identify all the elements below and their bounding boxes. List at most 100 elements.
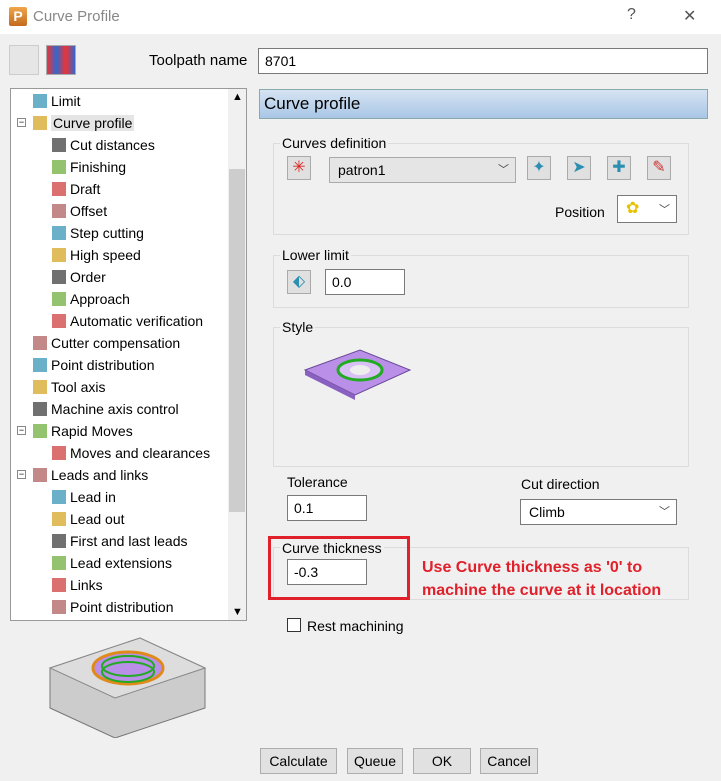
select-curve-icon[interactable]: ➤ [567, 156, 591, 180]
tree-item-label: Lead extensions [70, 555, 172, 571]
tree-item[interactable]: High speed [52, 244, 141, 266]
curve-thickness-label: Curve thickness [280, 540, 384, 556]
tree-item-label: Lead out [70, 511, 125, 527]
chevron-down-icon: ﹀ [659, 204, 670, 216]
title-bar: P Curve Profile ? ✕ [0, 0, 721, 34]
tree-item-icon [52, 292, 66, 306]
tree-item[interactable]: Leads and links [33, 464, 148, 486]
tolerance-label: Tolerance [287, 474, 348, 490]
tree-item-icon [52, 490, 66, 504]
recycle-icon[interactable] [9, 45, 39, 75]
curve-value: patron1 [338, 162, 386, 178]
lower-limit-input[interactable] [325, 269, 405, 295]
collapse-icon[interactable]: − [17, 118, 26, 127]
tree-item-icon [52, 226, 66, 240]
close-button[interactable]: ✕ [683, 6, 696, 26]
tree-item[interactable]: Links [52, 574, 103, 596]
position-select[interactable]: ✿ ﹀ [617, 195, 677, 223]
curve-select[interactable]: patron1 ﹀ [329, 157, 516, 183]
tree-item[interactable]: Cutter compensation [33, 332, 180, 354]
position-icon: ✿ [626, 200, 640, 217]
tree-item-label: Leads and links [51, 467, 149, 483]
tree-item[interactable]: Lead extensions [52, 552, 172, 574]
tree-item-label: Moves and clearances [70, 445, 211, 461]
pick-limit-icon[interactable]: ⬖ [287, 270, 311, 294]
tree-item[interactable]: Finishing [52, 156, 126, 178]
tolerance-input[interactable] [287, 495, 367, 521]
tree-item-icon [52, 182, 66, 196]
collapse-icon[interactable]: − [17, 426, 26, 435]
tree-item[interactable]: Order [52, 266, 106, 288]
tree-item-icon [33, 402, 47, 416]
rest-machining-checkbox[interactable] [287, 618, 301, 632]
settings-tree[interactable]: ▲ ▼ Limit Curve profile − Cut distances Fini… [10, 88, 247, 621]
calculate-button[interactable]: Calculate [260, 748, 337, 774]
tree-item-icon [52, 534, 66, 548]
tree-item-icon [33, 94, 47, 108]
tree-item-icon [52, 270, 66, 284]
cut-direction-label: Cut direction [521, 476, 600, 492]
new-curve-icon[interactable]: ✳ [287, 156, 311, 180]
cancel-button[interactable]: Cancel [480, 748, 538, 774]
tree-item-icon [52, 160, 66, 174]
edit-curve-icon[interactable]: ✦ [527, 156, 551, 180]
rest-machining-label: Rest machining [307, 618, 404, 634]
tree-item[interactable]: First and last leads [52, 530, 188, 552]
tree-item-icon [33, 336, 47, 350]
tree-item-label: Links [70, 577, 103, 593]
tree-item-label: Approach [70, 291, 130, 307]
tree-item-label: Tool axis [51, 379, 106, 395]
curve-thickness-input[interactable] [287, 559, 367, 585]
tree-item-icon [52, 600, 66, 614]
curve-editor-icon[interactable]: ✎ [647, 156, 671, 180]
tree-item[interactable]: Curve profile [33, 112, 135, 134]
tree-item[interactable]: Limit [33, 90, 81, 112]
tree-item-label: Step cutting [70, 225, 144, 241]
tree-item-label: High speed [70, 247, 141, 263]
tree-item[interactable]: Lead in [52, 486, 116, 508]
ok-button[interactable]: OK [413, 748, 471, 774]
tree-item-icon [33, 358, 47, 372]
tree-item-icon [52, 138, 66, 152]
tree-item[interactable]: Point distribution [52, 596, 174, 618]
tree-scrollbar[interactable]: ▲ ▼ [228, 89, 246, 620]
annotation-text: Use Curve thickness as '0' to machine th… [422, 556, 661, 602]
tree-item-icon [33, 380, 47, 394]
tree-item-label: Rapid Moves [51, 423, 133, 439]
tree-item-label: Curve profile [51, 115, 135, 131]
lower-limit-label: Lower limit [280, 247, 351, 263]
tree-item[interactable]: Step cutting [52, 222, 144, 244]
help-button[interactable]: ? [627, 6, 636, 24]
queue-button[interactable]: Queue [347, 748, 403, 774]
tree-item[interactable]: Moves and clearances [52, 442, 210, 464]
tree-item[interactable]: Rapid Moves [33, 420, 133, 442]
tree-item[interactable]: Point distribution [33, 354, 155, 376]
scroll-down-icon[interactable]: ▼ [232, 606, 243, 618]
chevron-down-icon: ﹀ [498, 164, 509, 176]
curve-fit-icon[interactable]: ✚ [607, 156, 631, 180]
tree-item-label: Order [70, 269, 106, 285]
tree-item[interactable]: Draft [52, 178, 100, 200]
tree-item[interactable]: Machine axis control [33, 398, 179, 420]
tree-item[interactable]: Approach [52, 288, 130, 310]
annotation-line-2: machine the curve at it location [422, 582, 662, 599]
tree-item[interactable]: Lead out [52, 508, 125, 530]
tree-item-label: Cutter compensation [51, 335, 181, 351]
style-image[interactable] [300, 340, 415, 405]
collapse-icon[interactable]: − [17, 470, 26, 479]
tree-item-icon [52, 556, 66, 570]
tree-item-label: First and last leads [70, 533, 188, 549]
tree-item[interactable]: Automatic verification [52, 310, 203, 332]
tree-item-icon [33, 116, 47, 130]
window-title: Curve Profile [33, 8, 120, 25]
scroll-up-icon[interactable]: ▲ [232, 91, 243, 103]
tree-item[interactable]: Offset [52, 200, 107, 222]
tree-item[interactable]: Cut distances [52, 134, 155, 156]
toolpath-icon[interactable] [46, 45, 76, 75]
toolpath-name-input[interactable] [258, 48, 708, 74]
cut-direction-value: Climb [529, 504, 565, 520]
tree-item[interactable]: Tool axis [33, 376, 105, 398]
scroll-thumb[interactable] [229, 169, 245, 512]
cut-direction-select[interactable]: Climb ﹀ [520, 499, 677, 525]
position-label: Position [555, 204, 605, 220]
